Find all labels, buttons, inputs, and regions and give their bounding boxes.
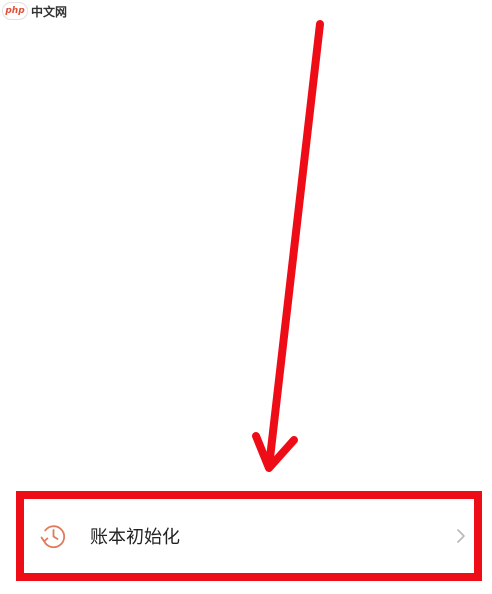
history-clock-icon	[38, 521, 68, 551]
annotation-arrow-shaft	[266, 20, 324, 462]
annotation-arrow-head	[252, 432, 298, 472]
watermark-php-text: php	[5, 6, 25, 16]
chevron-right-icon	[454, 527, 468, 545]
watermark-badge: php	[2, 2, 28, 20]
row-label: 账本初始化	[90, 527, 180, 548]
site-watermark: php 中文网	[0, 0, 73, 22]
account-book-init-row[interactable]: 账本初始化	[24, 499, 474, 573]
watermark-site-text: 中文网	[31, 4, 68, 19]
